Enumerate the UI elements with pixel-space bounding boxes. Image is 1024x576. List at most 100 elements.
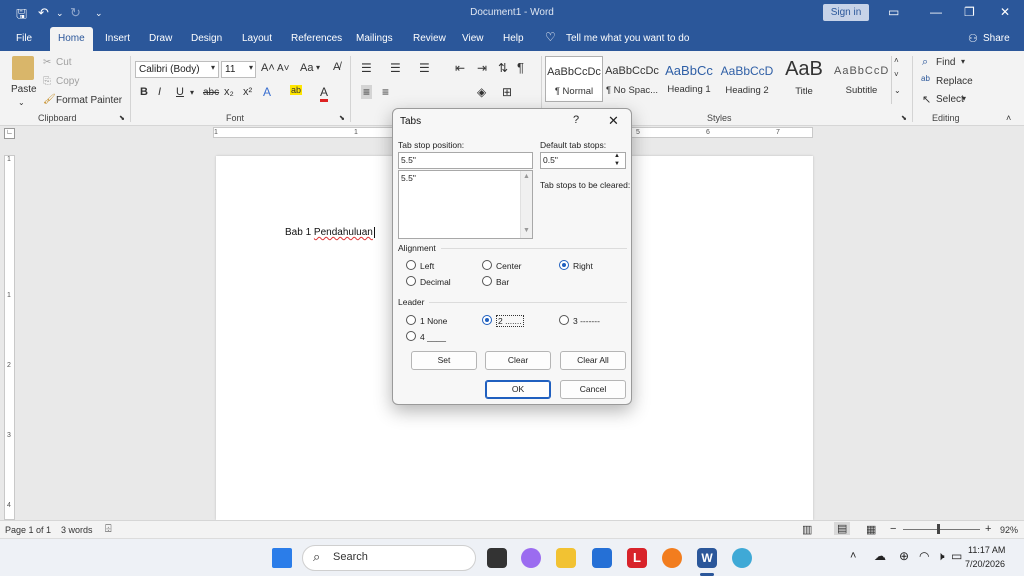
share-button[interactable]: Share bbox=[983, 33, 1010, 44]
find-button[interactable]: Find bbox=[936, 57, 955, 68]
file-explorer-icon[interactable] bbox=[556, 548, 576, 568]
shrink-font-icon[interactable]: A˅ bbox=[277, 63, 290, 74]
sort-icon[interactable]: ⇅ bbox=[498, 61, 508, 75]
list-scrollbar[interactable]: ▲ ▼ bbox=[520, 171, 532, 238]
style-title[interactable]: AaB Title bbox=[777, 56, 831, 102]
text-effects-button[interactable]: A bbox=[263, 85, 271, 99]
cloud-off-icon[interactable]: ☁ bbox=[874, 549, 886, 563]
styles-scroll[interactable]: ˄ ˅ ⌄ bbox=[891, 56, 903, 104]
strikethrough-button[interactable]: abc bbox=[203, 87, 219, 98]
font-launcher-icon[interactable]: ⬊ bbox=[339, 114, 345, 122]
superscript-button[interactable]: x² bbox=[243, 86, 252, 98]
clipboard-launcher-icon[interactable]: ⬊ bbox=[119, 114, 125, 122]
chevron-down-icon[interactable]: ▾ bbox=[190, 88, 194, 97]
tab-home[interactable]: Home bbox=[50, 27, 93, 51]
tab-stop-list-item[interactable]: 5.5" bbox=[399, 171, 532, 185]
increase-indent-icon[interactable]: ⇥ bbox=[477, 61, 487, 75]
minimize-icon[interactable]: — bbox=[930, 5, 942, 19]
tab-insert[interactable]: Insert bbox=[105, 33, 130, 44]
clear-formatting-icon[interactable]: A̸ bbox=[333, 61, 340, 73]
zoom-level[interactable]: 92% bbox=[1000, 525, 1018, 535]
replace-button[interactable]: Replace bbox=[936, 76, 973, 87]
leader-dashes-label[interactable]: 3 ------- bbox=[573, 316, 600, 326]
tab-references[interactable]: References bbox=[291, 33, 342, 44]
leader-underline-label[interactable]: 4 ____ bbox=[420, 332, 446, 342]
tab-design[interactable]: Design bbox=[191, 33, 222, 44]
shading-icon[interactable]: ◈ bbox=[477, 85, 486, 99]
alignment-right-label[interactable]: Right bbox=[573, 261, 593, 271]
style-heading-1[interactable]: AaBbCc Heading 1 bbox=[662, 56, 716, 102]
clock-time[interactable]: 11:17 AM bbox=[968, 545, 1005, 555]
numbering-icon[interactable]: ☰ bbox=[390, 61, 401, 75]
chevron-down-icon[interactable]: ˅ bbox=[894, 70, 899, 79]
font-color-button[interactable]: A bbox=[320, 85, 329, 102]
spelling-flagged-word[interactable]: Pendahuluan bbox=[314, 227, 373, 238]
vertical-ruler[interactable]: 1 1 2 3 4 bbox=[4, 155, 15, 520]
chevron-down-icon[interactable]: ▾ bbox=[249, 63, 253, 72]
select-button[interactable]: Select bbox=[936, 94, 964, 105]
document-body-text[interactable]: Bab 1 Pendahuluan bbox=[285, 227, 375, 238]
leader-none-label[interactable]: 1 None bbox=[420, 316, 447, 326]
leader-dots-radio[interactable] bbox=[482, 315, 492, 325]
tab-review[interactable]: Review bbox=[413, 33, 446, 44]
restore-icon[interactable]: ❐ bbox=[964, 5, 975, 19]
leader-underline-radio[interactable] bbox=[406, 331, 416, 341]
collapse-ribbon-icon[interactable]: ˄ bbox=[1006, 113, 1011, 123]
firefox-icon[interactable] bbox=[662, 548, 682, 568]
tab-selector-icon[interactable]: ∟ bbox=[4, 128, 15, 139]
grow-font-icon[interactable]: A˄ bbox=[261, 62, 275, 74]
style-heading-2[interactable]: AaBbCcD Heading 2 bbox=[720, 56, 774, 102]
chevron-down-icon[interactable]: ▾ bbox=[962, 94, 966, 103]
chevron-down-icon[interactable]: ▾ bbox=[316, 63, 320, 72]
style-subtitle[interactable]: AaBbCcD Subtitle bbox=[834, 56, 889, 102]
web-layout-icon[interactable]: ▦ bbox=[866, 523, 876, 536]
alignment-right-radio[interactable] bbox=[559, 260, 569, 270]
clear-button[interactable]: Clear bbox=[485, 351, 551, 370]
sign-in-button[interactable]: Sign in bbox=[823, 4, 869, 21]
clear-all-button[interactable]: Clear All bbox=[560, 351, 626, 370]
tab-stop-list[interactable]: 5.5" ▲ ▼ bbox=[398, 170, 533, 239]
l-app-icon[interactable]: L bbox=[627, 548, 647, 568]
zoom-out-icon[interactable]: − bbox=[890, 523, 896, 535]
tell-me-search[interactable]: Tell me what you want to do bbox=[566, 33, 689, 44]
task-view-icon[interactable] bbox=[487, 548, 507, 568]
highlight-button[interactable]: ab bbox=[290, 85, 303, 95]
alignment-center-radio[interactable] bbox=[482, 260, 492, 270]
taskbar-search[interactable]: ⌕ Search bbox=[302, 545, 476, 571]
tab-draw[interactable]: Draw bbox=[149, 33, 172, 44]
zoom-in-icon[interactable]: + bbox=[985, 523, 991, 535]
tab-stop-position-input[interactable]: 5.5" bbox=[398, 152, 533, 169]
alignment-decimal-label[interactable]: Decimal bbox=[420, 277, 451, 287]
bullets-icon[interactable]: ☰ bbox=[361, 61, 372, 75]
cancel-button[interactable]: Cancel bbox=[560, 380, 626, 399]
chevron-down-icon[interactable]: ▾ bbox=[211, 63, 215, 72]
tab-layout[interactable]: Layout bbox=[242, 33, 272, 44]
ribbon-display-icon[interactable]: ▭ bbox=[888, 5, 899, 19]
chevron-up-icon[interactable]: ˄ bbox=[894, 56, 899, 65]
leader-dots-label[interactable]: 2 ....... bbox=[496, 315, 524, 327]
chevron-up-icon[interactable]: ˄ bbox=[850, 550, 856, 562]
battery-icon[interactable]: ▭ bbox=[951, 549, 962, 563]
alignment-bar-radio[interactable] bbox=[482, 276, 492, 286]
font-name-select[interactable]: Calibri (Body) bbox=[135, 61, 219, 78]
style-no-spacing[interactable]: AaBbCcDc ¶ No Spac... bbox=[605, 56, 659, 102]
more-styles-icon[interactable]: ⌄ bbox=[894, 86, 901, 95]
paste-button[interactable]: Paste bbox=[11, 84, 37, 95]
italic-button[interactable]: I bbox=[158, 86, 161, 98]
copilot-icon[interactable] bbox=[521, 548, 541, 568]
store-icon[interactable] bbox=[592, 548, 612, 568]
zoom-slider[interactable] bbox=[903, 529, 980, 530]
paste-dropdown-icon[interactable]: ⌄ bbox=[18, 98, 25, 107]
leader-dashes-radio[interactable] bbox=[559, 315, 569, 325]
tab-view[interactable]: View bbox=[462, 33, 484, 44]
underline-button[interactable]: U bbox=[176, 86, 184, 98]
word-icon[interactable]: W bbox=[697, 548, 717, 568]
tab-mailings[interactable]: Mailings bbox=[356, 33, 393, 44]
print-layout-icon[interactable]: ▤ bbox=[834, 522, 851, 535]
tab-file[interactable]: File bbox=[16, 33, 32, 44]
ok-button[interactable]: OK bbox=[485, 380, 551, 399]
alignment-center-label[interactable]: Center bbox=[496, 261, 522, 271]
format-painter-button[interactable]: Format Painter bbox=[56, 95, 122, 106]
scroll-down-icon[interactable]: ▼ bbox=[523, 227, 530, 234]
align-left-icon[interactable]: ≡ bbox=[361, 85, 373, 99]
